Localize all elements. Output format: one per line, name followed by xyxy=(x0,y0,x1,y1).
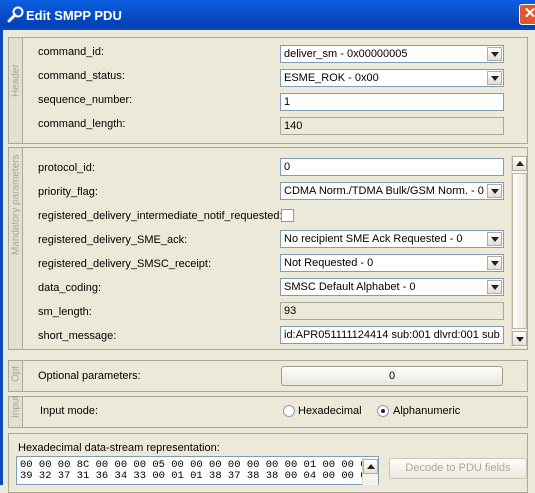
hex-stream-label: Hexadecimal data-stream representation: xyxy=(18,442,220,454)
header-tab: Header xyxy=(9,38,23,143)
priority-flag-select[interactable]: CDMA Norm./TDMA Bulk/GSM Norm. - 0 xyxy=(280,182,504,200)
smsc-receipt-label: registered_delivery_SMSC_receipt: xyxy=(38,258,212,270)
wrench-icon xyxy=(7,6,24,23)
sme-ack-label: registered_delivery_SME_ack: xyxy=(38,234,188,246)
command-length-field: 140 xyxy=(280,117,504,135)
protocol-id-input[interactable]: 0 xyxy=(280,158,504,176)
data-coding-select[interactable]: SMSC Default Alphabet - 0 xyxy=(280,278,504,296)
protocol-id-label: protocol_id: xyxy=(38,162,95,174)
title-bar: Edit SMPP PDU ✕ xyxy=(0,0,535,30)
alphanumeric-label[interactable]: Alphanumeric xyxy=(393,405,460,417)
data-coding-label: data_coding: xyxy=(38,282,101,294)
alphanumeric-radio[interactable] xyxy=(377,405,389,417)
chevron-down-icon[interactable] xyxy=(487,280,502,294)
input-tab: Input xyxy=(9,396,23,427)
scroll-down-icon[interactable] xyxy=(512,331,527,346)
chevron-down-icon[interactable] xyxy=(487,256,502,270)
hex-scrollbar[interactable] xyxy=(362,458,378,485)
window-title: Edit SMPP PDU xyxy=(26,8,122,23)
sme-ack-select[interactable]: No recipient SME Ack Requested - 0 xyxy=(280,230,504,248)
sm-length-field: 93 xyxy=(280,302,504,320)
mandatory-tab: Mandatory parameters xyxy=(9,148,23,349)
priority-flag-label: priority_flag: xyxy=(38,186,98,198)
input-mode-label: Input mode: xyxy=(40,405,99,417)
command-length-label: command_length: xyxy=(38,118,126,130)
optional-tab: Opt xyxy=(9,361,23,391)
command-id-select[interactable]: deliver_sm - 0x00000005 xyxy=(280,45,504,63)
intermediate-notif-checkbox[interactable] xyxy=(281,209,294,222)
optional-params-label: Optional parameters: xyxy=(38,370,141,382)
close-icon: ✕ xyxy=(523,5,535,22)
chevron-down-icon[interactable] xyxy=(487,71,502,85)
short-message-label: short_message: xyxy=(38,330,117,342)
chevron-down-icon[interactable] xyxy=(487,232,502,246)
sequence-number-input[interactable]: 1 xyxy=(280,93,504,111)
chevron-down-icon[interactable] xyxy=(487,47,502,61)
hexadecimal-label[interactable]: Hexadecimal xyxy=(298,405,362,417)
smsc-receipt-select[interactable]: Not Requested - 0 xyxy=(280,254,504,272)
short-message-input[interactable]: id:APR051111124414 sub:001 dlvrd:001 sub xyxy=(280,326,504,344)
close-button[interactable]: ✕ xyxy=(519,4,535,25)
scroll-thumb[interactable] xyxy=(512,173,527,329)
scroll-up-icon[interactable] xyxy=(363,459,378,474)
sm-length-label: sm_length: xyxy=(38,306,92,318)
hexadecimal-radio[interactable] xyxy=(283,405,295,417)
sequence-number-label: sequence_number: xyxy=(38,94,133,106)
command-status-select[interactable]: ESME_ROK - 0x00 xyxy=(280,69,504,87)
scroll-up-icon[interactable] xyxy=(512,156,527,171)
decode-button[interactable]: Decode to PDU fields xyxy=(389,458,527,479)
chevron-down-icon[interactable] xyxy=(487,184,502,198)
intermediate-notif-label: registered_delivery_intermediate_notif_r… xyxy=(38,210,283,222)
mandatory-scrollbar[interactable] xyxy=(511,156,527,347)
command-status-label: command_status: xyxy=(38,70,125,82)
optional-params-button[interactable]: 0 xyxy=(281,366,503,386)
command-id-label: command_id: xyxy=(38,46,105,58)
hex-stream-textarea[interactable]: 00 00 00 8C 00 00 00 05 00 00 00 00 00 0… xyxy=(16,456,379,485)
